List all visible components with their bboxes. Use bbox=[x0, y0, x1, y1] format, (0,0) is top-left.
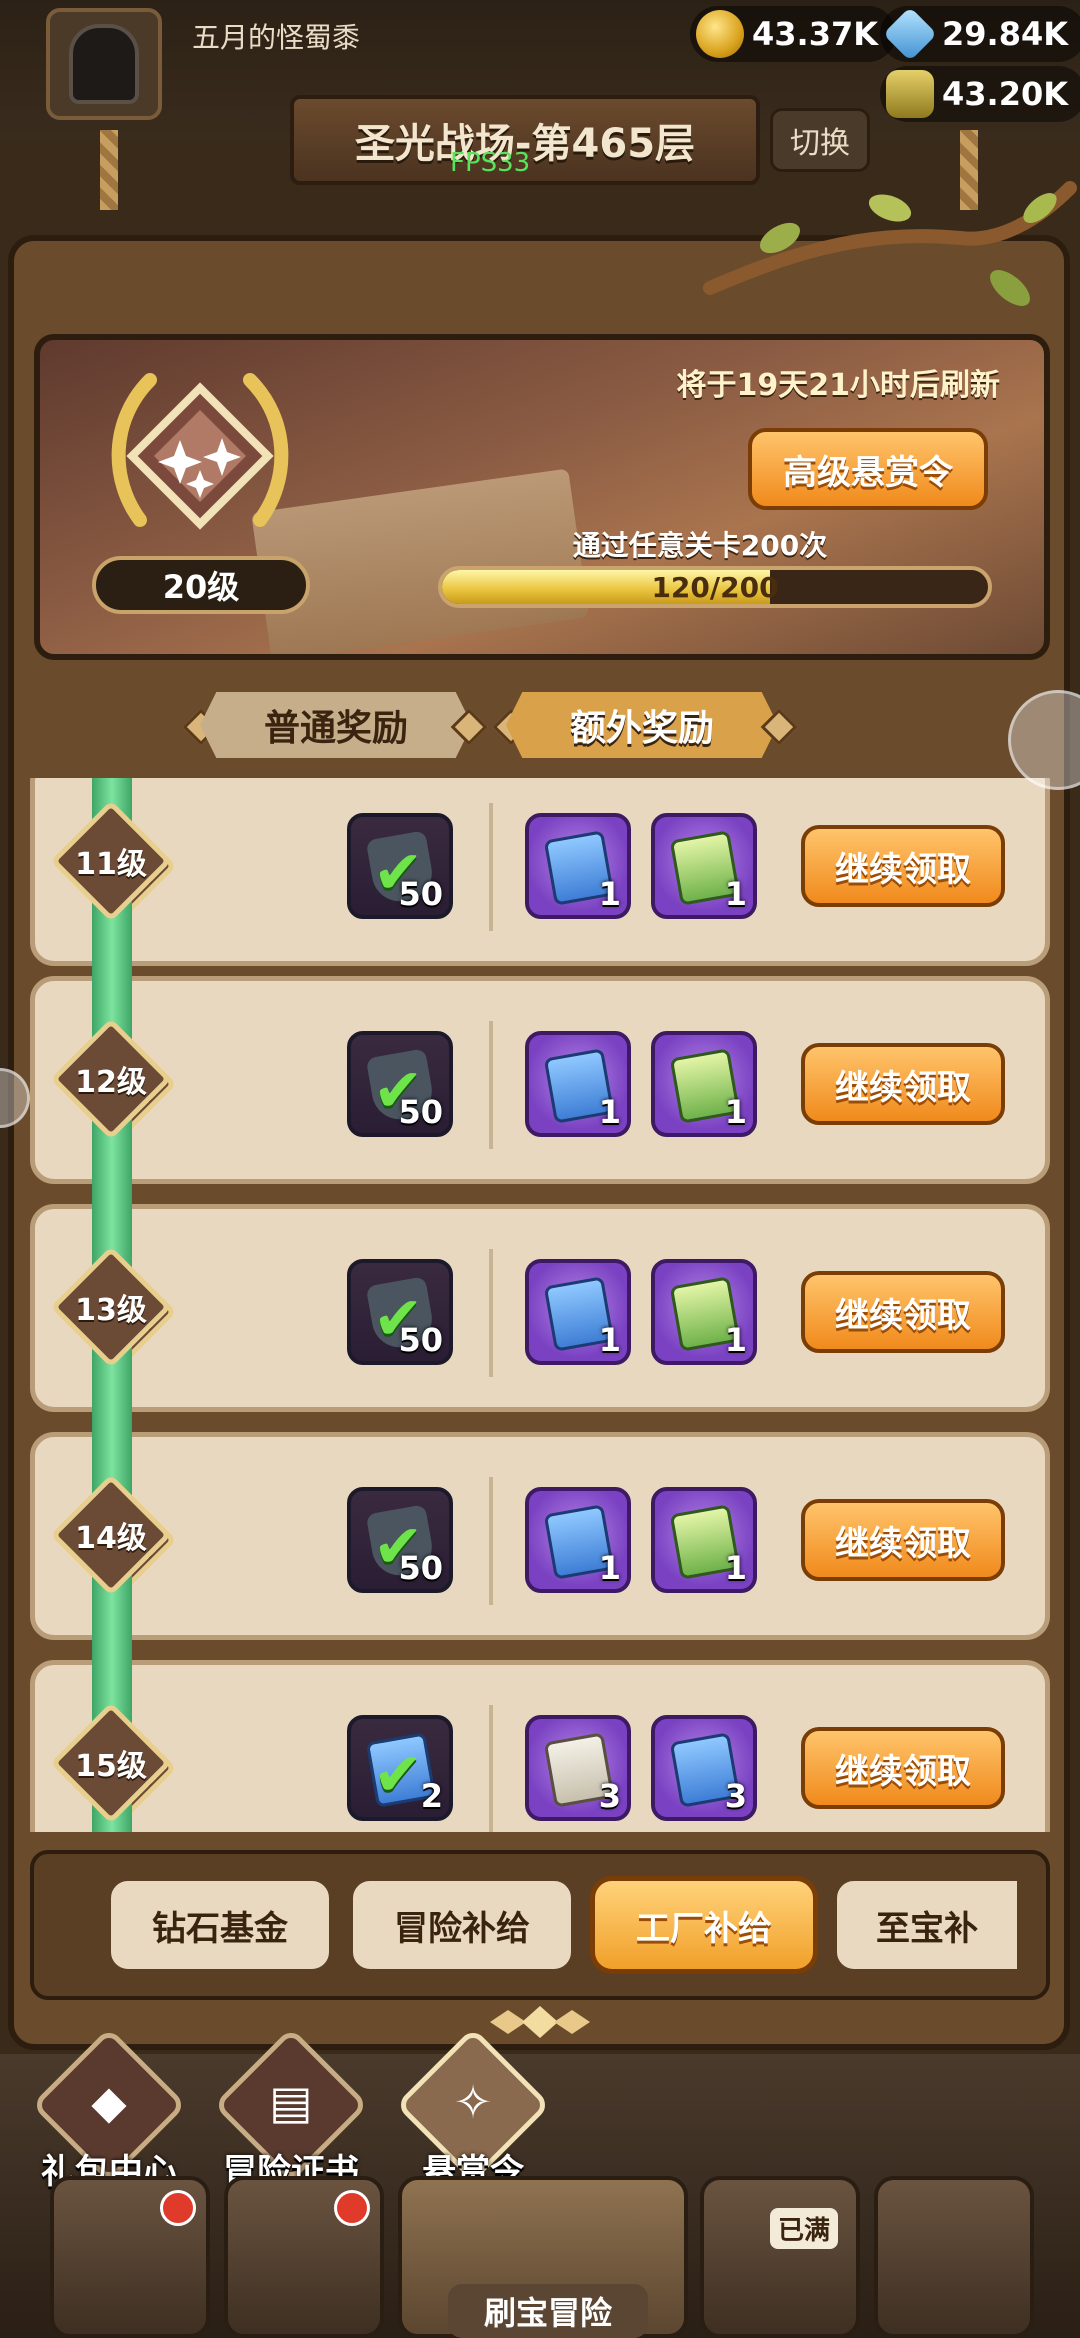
notification-dot bbox=[334, 2190, 370, 2226]
branch-decoration bbox=[703, 181, 1077, 306]
item-quantity: 50 bbox=[398, 875, 443, 913]
gold-counter[interactable]: 43.37K bbox=[690, 6, 897, 62]
fps-counter: FPS33 bbox=[450, 148, 531, 178]
progress-label: 120/200 bbox=[651, 570, 779, 604]
diamond-icon: ◆ bbox=[91, 2075, 127, 2129]
task-description: 通过任意关卡200次 bbox=[572, 529, 828, 562]
rope-left bbox=[100, 130, 118, 210]
task-progress-bar: 120/200 bbox=[438, 566, 992, 608]
continue-claim-button[interactable]: 继续领取 bbox=[801, 1727, 1005, 1809]
gem-value: 29.84K bbox=[942, 15, 1069, 53]
continue-claim-button[interactable]: 继续领取 bbox=[801, 1499, 1005, 1581]
player-avatar[interactable] bbox=[46, 8, 162, 120]
pager-indicator-icon bbox=[490, 2006, 590, 2038]
extra-reward-item[interactable]: 3 bbox=[525, 1715, 631, 1821]
reward-row: 12级 ✔ 50 1 1 继续领取 bbox=[30, 976, 1050, 1184]
knight-helmet-icon bbox=[69, 24, 139, 104]
row-divider bbox=[489, 1249, 493, 1377]
item-quantity: 50 bbox=[398, 1549, 443, 1587]
level-badge-overlay: 12级 bbox=[50, 1018, 172, 1140]
notification-dot bbox=[160, 2190, 196, 2226]
item-quantity: 3 bbox=[598, 1777, 621, 1815]
tab-normal-rewards[interactable]: 普通奖励 bbox=[200, 692, 472, 758]
normal-reward-item[interactable]: ✔ 50 bbox=[347, 1031, 453, 1137]
normal-reward-item[interactable]: ✔ 50 bbox=[347, 1259, 453, 1365]
level-badge-overlay: 14级 bbox=[50, 1474, 172, 1596]
coin-icon bbox=[696, 10, 744, 58]
category-tab-diamond-fund[interactable]: 钻石基金 bbox=[106, 1876, 334, 1974]
level-badge-overlay: 15级 bbox=[50, 1702, 172, 1824]
item-quantity: 1 bbox=[598, 875, 621, 913]
nav-heroes[interactable] bbox=[224, 2176, 384, 2338]
item-quantity: 1 bbox=[724, 1093, 747, 1131]
book-icon: ▤ bbox=[269, 2075, 313, 2129]
gem-icon bbox=[882, 6, 938, 62]
row-divider bbox=[489, 1021, 493, 1149]
full-tag: 已满 bbox=[769, 2208, 838, 2249]
item-quantity: 50 bbox=[398, 1321, 443, 1359]
continue-claim-button[interactable]: 继续领取 bbox=[801, 1271, 1005, 1353]
extra-reward-item[interactable]: 3 bbox=[651, 1715, 757, 1821]
item-quantity: 1 bbox=[724, 1321, 747, 1359]
extra-reward-item[interactable]: 1 bbox=[651, 1487, 757, 1593]
level-label: 15级 bbox=[75, 1749, 147, 1784]
extra-reward-item[interactable]: 1 bbox=[651, 813, 757, 919]
potion-value: 43.20K bbox=[942, 75, 1069, 113]
level-label: 14级 bbox=[75, 1521, 147, 1556]
nav-shop[interactable] bbox=[50, 2176, 210, 2338]
reward-row: 15级 ✔ 2 3 3 继续领取 bbox=[30, 1660, 1050, 1832]
claimed-check-icon: ✔ bbox=[373, 1740, 424, 1810]
jar-icon bbox=[886, 70, 934, 118]
category-bar: 钻石基金 冒险补给 工厂补给 至宝补 bbox=[30, 1850, 1050, 2000]
item-quantity: 1 bbox=[598, 1093, 621, 1131]
row-divider bbox=[489, 1705, 493, 1832]
level-badge-overlay: 11级 bbox=[50, 800, 172, 922]
nav-backpack[interactable]: 已满 bbox=[700, 2176, 860, 2338]
reward-list[interactable]: 11级 ✔ 50 1 1 继续领取 12级 ✔ 50 1 bbox=[30, 778, 1050, 1832]
extra-reward-item[interactable]: 1 bbox=[525, 1487, 631, 1593]
item-quantity: 1 bbox=[598, 1321, 621, 1359]
rank-badge-icon bbox=[111, 373, 289, 530]
level-label: 13级 bbox=[75, 1293, 147, 1328]
category-tab-treasure[interactable]: 至宝补 bbox=[832, 1876, 1022, 1974]
reward-row: 14级 ✔ 50 1 1 继续领取 bbox=[30, 1432, 1050, 1640]
normal-reward-item[interactable]: ✔ 50 bbox=[347, 1487, 453, 1593]
normal-reward-item[interactable]: ✔ 2 bbox=[347, 1715, 453, 1821]
nav-main-label: 刷宝冒险 bbox=[448, 2284, 648, 2338]
level-label: 11级 bbox=[75, 847, 147, 882]
premium-bounty-button[interactable]: 高级悬赏令 bbox=[748, 428, 988, 510]
row-divider bbox=[489, 1477, 493, 1605]
row-divider bbox=[489, 803, 493, 931]
extra-reward-item[interactable]: 1 bbox=[651, 1259, 757, 1365]
refresh-countdown: 将于19天21小时后刷新 bbox=[676, 368, 1001, 403]
item-quantity: 1 bbox=[724, 1549, 747, 1587]
continue-claim-button[interactable]: 继续领取 bbox=[801, 1043, 1005, 1125]
item-quantity: 3 bbox=[724, 1777, 747, 1815]
gem-counter[interactable]: 29.84K bbox=[880, 6, 1080, 62]
reward-row: 11级 ✔ 50 1 1 继续领取 bbox=[30, 778, 1050, 966]
nav-forge[interactable] bbox=[874, 2176, 1034, 2338]
extra-reward-item[interactable]: 1 bbox=[525, 1259, 631, 1365]
category-tab-factory-supply[interactable]: 工厂补给 bbox=[590, 1876, 818, 1974]
item-quantity: 50 bbox=[398, 1093, 443, 1131]
item-quantity: 1 bbox=[598, 1549, 621, 1587]
level-badge-overlay: 13级 bbox=[50, 1246, 172, 1368]
extra-reward-item[interactable]: 1 bbox=[651, 1031, 757, 1137]
item-quantity: 1 bbox=[724, 875, 747, 913]
item-quantity: 2 bbox=[420, 1777, 443, 1815]
bounty-icon: ✧ bbox=[453, 2075, 493, 2129]
extra-reward-item[interactable]: 1 bbox=[525, 813, 631, 919]
gold-value: 43.37K bbox=[752, 15, 879, 53]
extra-reward-item[interactable]: 1 bbox=[525, 1031, 631, 1137]
potion-counter[interactable]: 43.20K bbox=[880, 66, 1080, 122]
continue-claim-button[interactable]: 继续领取 bbox=[801, 825, 1005, 907]
normal-reward-item[interactable]: ✔ 50 bbox=[347, 813, 453, 919]
tab-extra-rewards[interactable]: 额外奖励 bbox=[506, 692, 778, 758]
level-label: 12级 bbox=[75, 1065, 147, 1100]
category-tab-adventure-supply[interactable]: 冒险补给 bbox=[348, 1876, 576, 1974]
switch-button[interactable]: 切换 bbox=[770, 108, 870, 172]
reward-row: 13级 ✔ 50 1 1 继续领取 bbox=[30, 1204, 1050, 1412]
bounty-level: 20级 bbox=[92, 556, 310, 614]
player-name: 五月的怪蜀黍 bbox=[192, 21, 361, 54]
